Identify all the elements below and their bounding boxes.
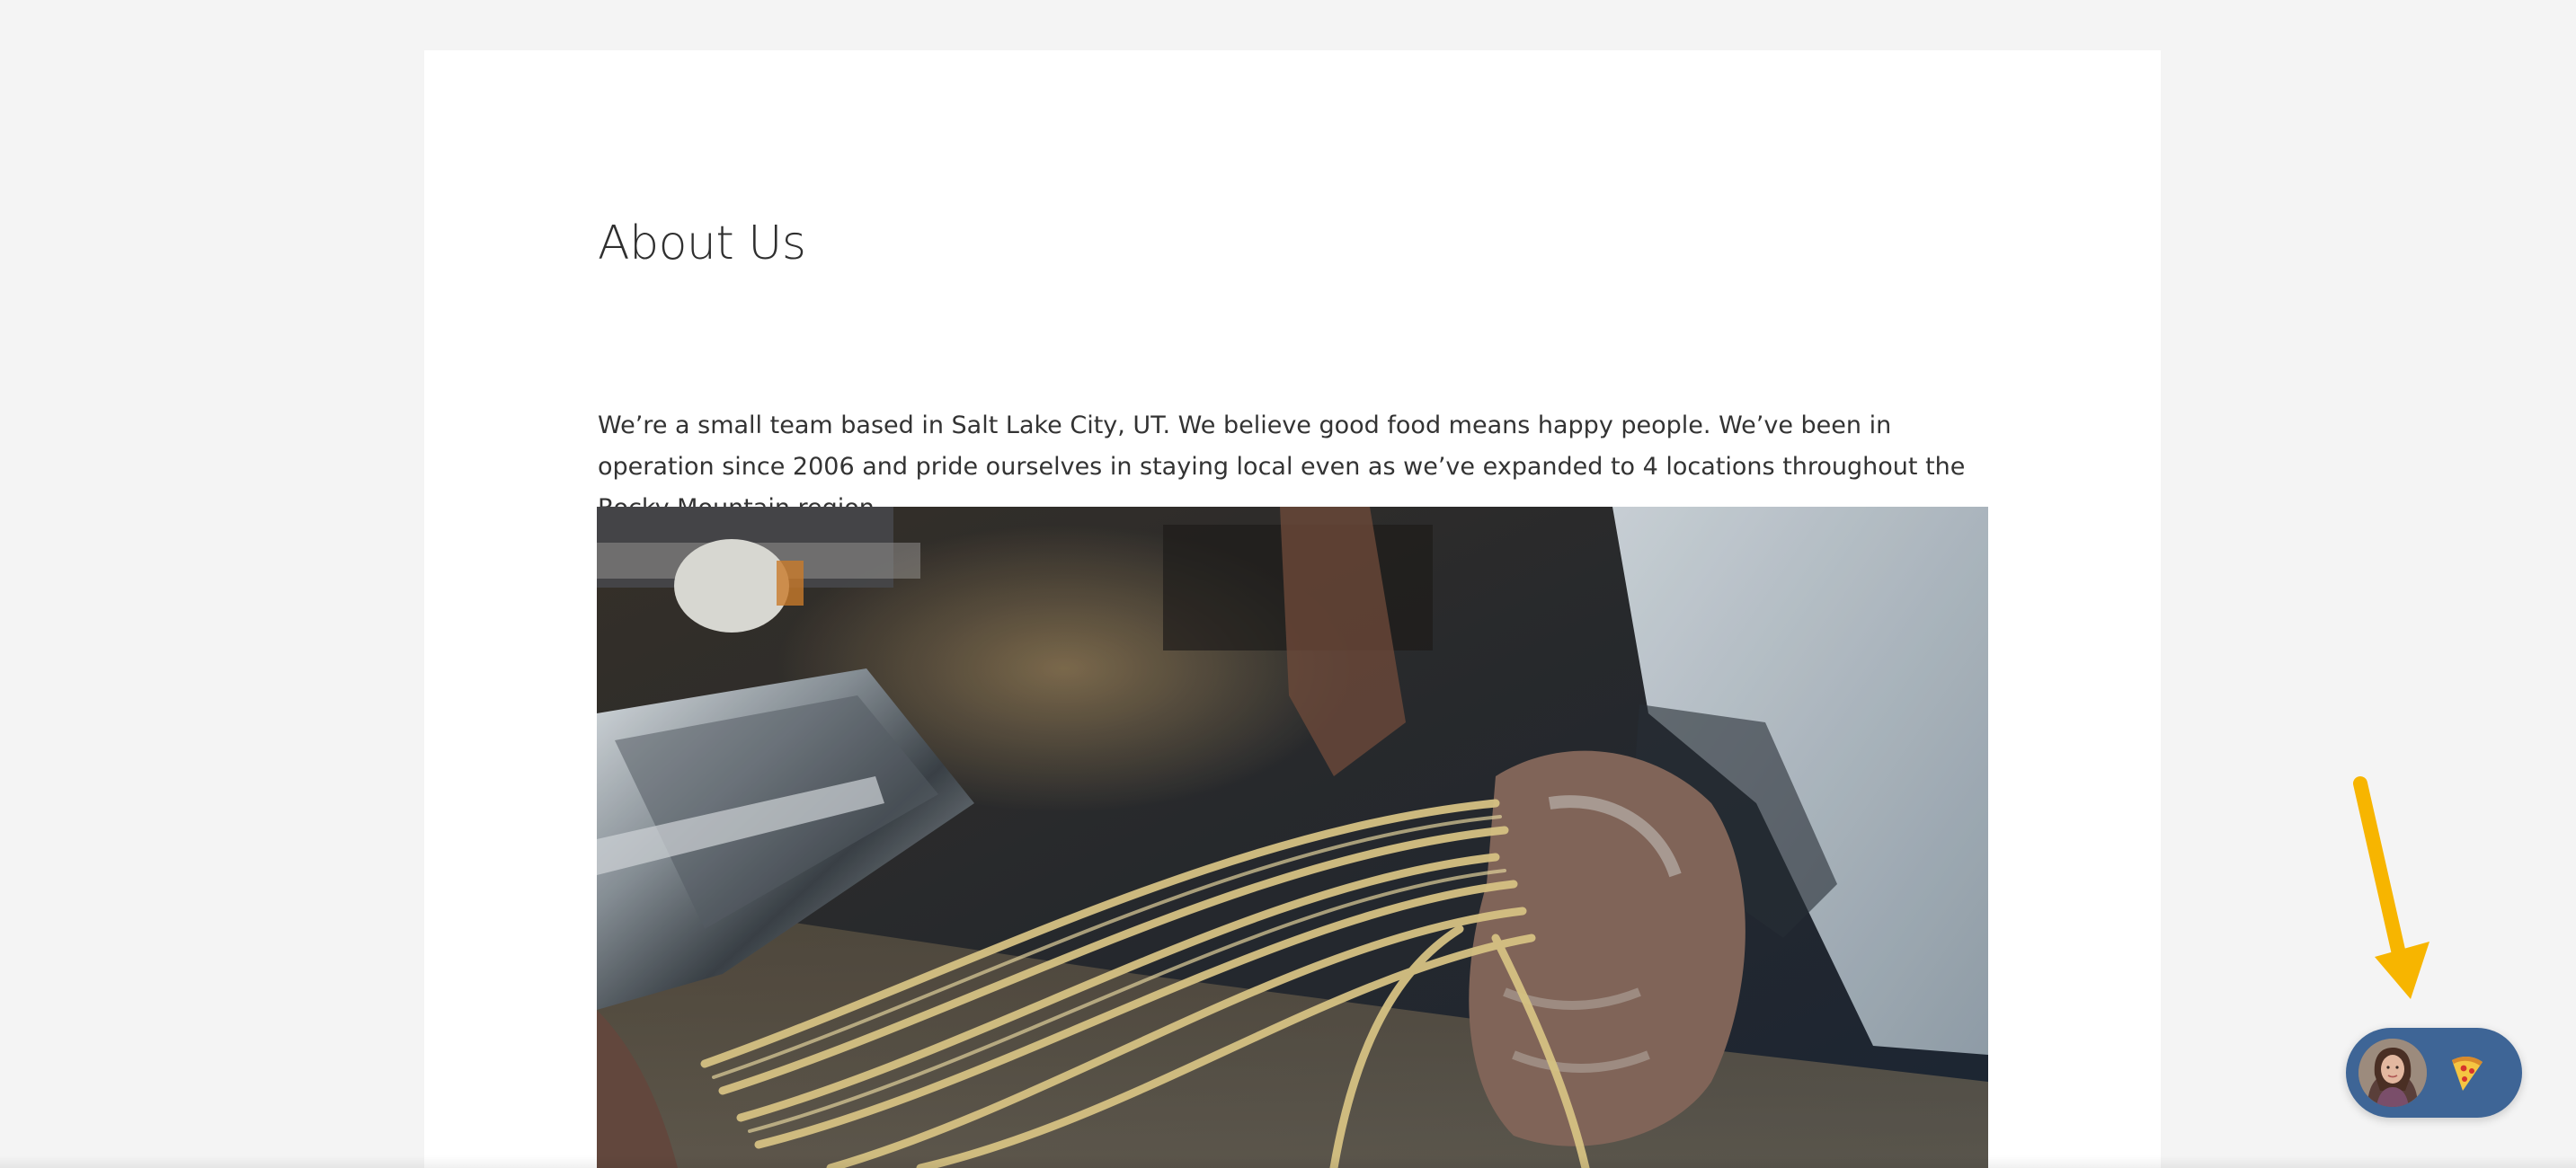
chat-launcher-button[interactable] (2346, 1028, 2522, 1118)
person-avatar (2358, 1039, 2427, 1107)
pasta-making-photo (597, 507, 1988, 1168)
page-title: About Us (598, 217, 806, 270)
pizza-slice-icon (2452, 1057, 2483, 1091)
arrow-down-icon (2353, 776, 2429, 999)
hero-image (597, 507, 1988, 1168)
about-page-card: About Us We’re a small team based in Sal… (424, 50, 2161, 1168)
bottom-shadow (0, 1155, 2576, 1168)
